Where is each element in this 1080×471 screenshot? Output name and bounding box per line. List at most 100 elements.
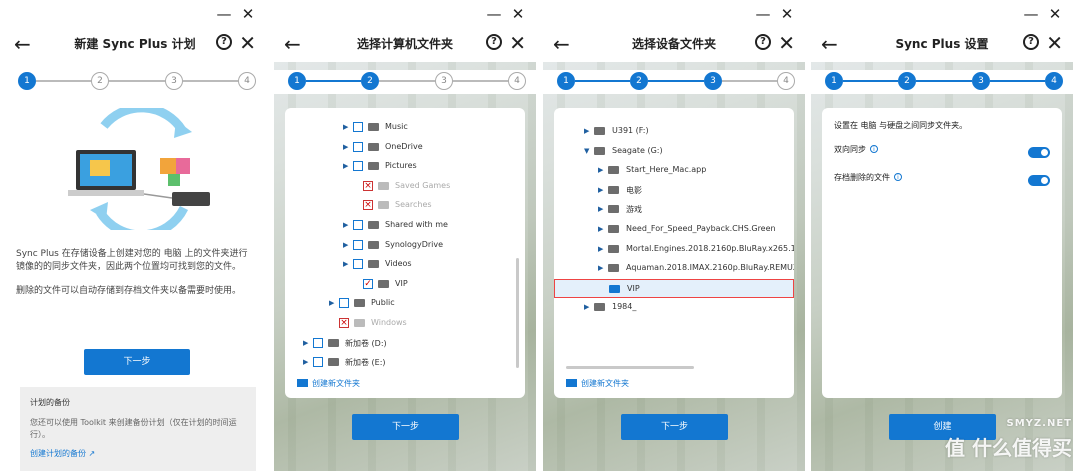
folder-checkbox: × bbox=[339, 318, 349, 328]
expand-arrow-icon[interactable]: ▶ bbox=[598, 166, 603, 174]
folder-tree-item[interactable]: ▶ 新加卷 (D:) bbox=[285, 334, 525, 353]
folder-tree-item[interactable]: × Searches bbox=[285, 196, 525, 215]
step-3: 3 bbox=[165, 72, 183, 90]
expand-arrow-icon[interactable]: ▶ bbox=[598, 205, 603, 213]
expand-arrow-icon[interactable]: ▶ bbox=[343, 241, 348, 249]
stepper: 1 2 3 4 bbox=[811, 70, 1073, 94]
folder-icon bbox=[608, 185, 619, 194]
help-icon[interactable]: ? bbox=[755, 34, 771, 50]
folder-icon bbox=[354, 299, 365, 308]
expand-arrow-icon[interactable]: ▶ bbox=[343, 123, 348, 131]
folder-checkbox[interactable] bbox=[353, 239, 363, 250]
device-tree-item[interactable]: ▶ Aquaman.2018.IMAX.2160p.BluRay.REMUX.H bbox=[554, 259, 794, 278]
next-button[interactable]: 下一步 bbox=[84, 349, 190, 375]
step-connector bbox=[648, 80, 704, 82]
window-close-button[interactable]: ✕ bbox=[777, 4, 797, 24]
folder-label: Searches bbox=[395, 200, 432, 210]
folder-label: Shared with me bbox=[385, 220, 448, 229]
create-backup-link[interactable]: 创建计划的备份 ↗ bbox=[30, 448, 95, 459]
window-close-button[interactable]: ✕ bbox=[508, 4, 528, 24]
device-tree-item[interactable]: ▶ 电影 bbox=[554, 181, 794, 200]
expand-arrow-icon[interactable]: ▶ bbox=[343, 162, 348, 170]
expand-arrow-icon[interactable]: ▶ bbox=[584, 303, 589, 311]
folder-icon bbox=[608, 264, 619, 273]
device-tree-item[interactable]: ▶ Mortal.Engines.2018.2160p.BluRay.x265.1… bbox=[554, 240, 794, 259]
device-tree-item[interactable]: ▶ Start_Here_Mac.app bbox=[554, 161, 794, 180]
folder-tree-item[interactable]: ▶ Pictures bbox=[285, 157, 525, 176]
expand-arrow-icon[interactable]: ▼ bbox=[584, 147, 589, 155]
expand-arrow-icon[interactable]: ▶ bbox=[343, 143, 348, 151]
step-connector bbox=[575, 80, 630, 82]
folder-checkbox[interactable] bbox=[313, 357, 323, 368]
close-icon[interactable]: ✕ bbox=[239, 31, 256, 55]
next-button[interactable]: 下一步 bbox=[352, 414, 459, 440]
archive-deleted-toggle[interactable] bbox=[1028, 175, 1050, 186]
expand-arrow-icon[interactable]: ▶ bbox=[598, 225, 603, 233]
window-close-button[interactable]: ✕ bbox=[238, 4, 258, 24]
close-icon[interactable]: ✕ bbox=[509, 31, 526, 55]
folder-icon bbox=[368, 221, 379, 229]
expand-arrow-icon[interactable]: ▶ bbox=[343, 260, 348, 268]
expand-arrow-icon[interactable]: ▶ bbox=[303, 339, 308, 347]
create-folder-link[interactable]: 创建新文件夹 bbox=[566, 378, 629, 389]
minimize-button[interactable]: — bbox=[484, 4, 504, 24]
folder-tree-item[interactable]: ✓ VIP bbox=[285, 275, 525, 294]
two-way-sync-toggle[interactable] bbox=[1028, 147, 1050, 158]
help-icon[interactable]: ? bbox=[1023, 34, 1039, 50]
device-tree-item[interactable]: ▶ 1984_ bbox=[554, 298, 794, 317]
folder-checkbox[interactable] bbox=[353, 220, 363, 230]
vertical-scrollbar[interactable] bbox=[516, 258, 519, 368]
archive-deleted-label: 存档删除的文件 bbox=[834, 173, 890, 182]
minimize-button[interactable]: — bbox=[753, 4, 773, 24]
device-tree-item[interactable]: ▶ U391 (F:) bbox=[554, 122, 794, 141]
folder-icon bbox=[608, 166, 619, 175]
info-icon[interactable]: i bbox=[870, 145, 878, 153]
folder-tree-item[interactable]: ▶ 新加卷 (E:) bbox=[285, 353, 525, 372]
folder-tree-item[interactable]: × Windows bbox=[285, 314, 525, 333]
expand-arrow-icon[interactable]: ▶ bbox=[584, 127, 589, 135]
folder-checkbox[interactable] bbox=[353, 122, 363, 132]
close-icon[interactable]: ✕ bbox=[1046, 31, 1063, 55]
folder-checkbox[interactable] bbox=[353, 141, 363, 152]
step-connector bbox=[990, 80, 1045, 82]
create-folder-link[interactable]: 创建新文件夹 bbox=[297, 378, 360, 389]
folder-checkbox[interactable] bbox=[353, 259, 363, 270]
window-titlebar: — ✕ bbox=[274, 0, 536, 30]
expand-arrow-icon[interactable]: ▶ bbox=[598, 245, 603, 253]
window-close-button[interactable]: ✕ bbox=[1045, 4, 1065, 24]
device-tree-item[interactable]: ▼ Seagate (G:) bbox=[554, 142, 794, 161]
folder-icon bbox=[368, 162, 379, 171]
help-icon[interactable]: ? bbox=[486, 34, 502, 50]
folder-label: Videos bbox=[385, 259, 412, 269]
folder-tree-item[interactable]: × Saved Games bbox=[285, 177, 525, 196]
folder-tree-item[interactable]: ▶ SynologyDrive bbox=[285, 236, 525, 255]
folder-icon bbox=[608, 205, 619, 214]
folder-checkbox[interactable] bbox=[313, 337, 323, 348]
folder-tree-item[interactable]: ▶ Videos bbox=[285, 255, 525, 274]
next-button[interactable]: 下一步 bbox=[621, 414, 728, 440]
device-tree-item[interactable]: ▶ Need_For_Speed_Payback.CHS.Green bbox=[554, 220, 794, 239]
minimize-button[interactable]: — bbox=[214, 4, 234, 24]
folder-tree-item[interactable]: ▶ OneDrive bbox=[285, 138, 525, 157]
folder-tree-item[interactable]: ▶ Music bbox=[285, 118, 525, 137]
horizontal-scrollbar[interactable] bbox=[566, 366, 694, 369]
step-1: 1 bbox=[825, 72, 843, 90]
expand-arrow-icon[interactable]: ▶ bbox=[329, 299, 334, 307]
device-tree-item[interactable]: ▶ 游戏 bbox=[554, 200, 794, 219]
minimize-button[interactable]: — bbox=[1021, 4, 1041, 24]
expand-arrow-icon[interactable]: ▶ bbox=[598, 186, 603, 194]
help-icon[interactable]: ? bbox=[216, 34, 232, 50]
info-icon[interactable]: i bbox=[894, 173, 902, 181]
close-icon[interactable]: ✕ bbox=[778, 31, 795, 55]
folder-checkbox[interactable] bbox=[353, 161, 363, 172]
folder-checkbox[interactable]: ✓ bbox=[363, 278, 373, 289]
folder-checkbox[interactable] bbox=[339, 298, 349, 309]
expand-arrow-icon[interactable]: ▶ bbox=[598, 264, 603, 272]
expand-arrow-icon[interactable]: ▶ bbox=[343, 221, 348, 229]
folder-tree-item[interactable]: ▶ Public bbox=[285, 294, 525, 313]
device-tree-item-selected[interactable]: VIP bbox=[554, 278, 794, 298]
folder-tree-item[interactable]: ▶ Shared with me bbox=[285, 216, 525, 235]
folder-label: Mortal.Engines.2018.2160p.BluRay.x265.10… bbox=[626, 243, 794, 253]
expand-arrow-icon[interactable]: ▶ bbox=[303, 358, 308, 366]
folder-icon bbox=[354, 319, 365, 327]
